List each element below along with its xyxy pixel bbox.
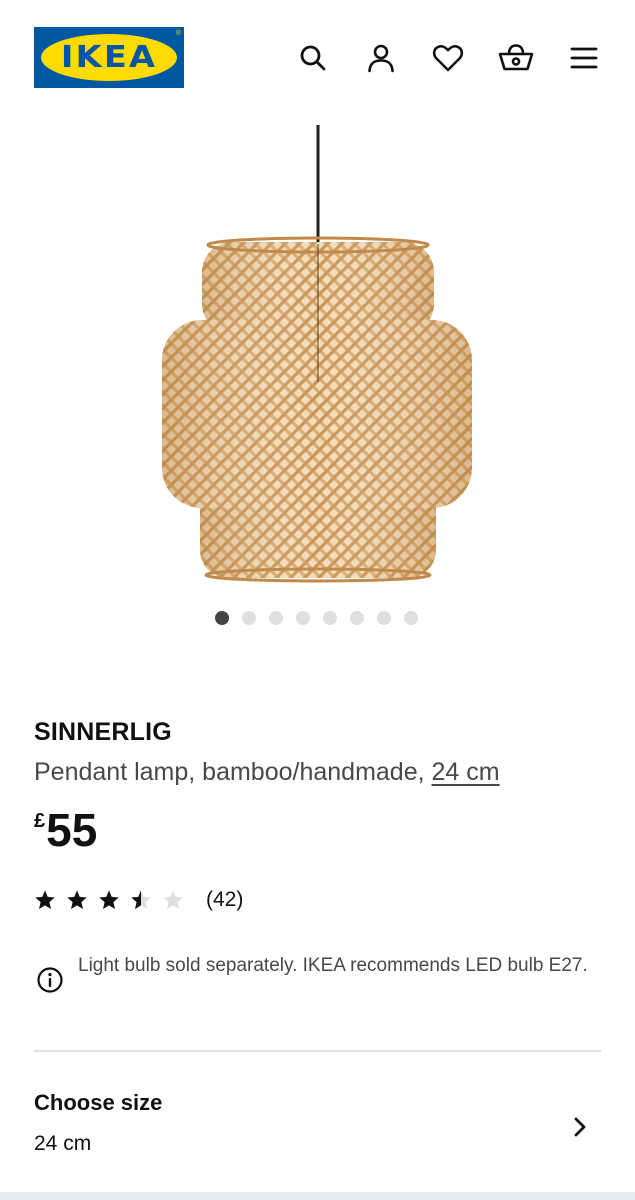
- review-count[interactable]: (42): [206, 888, 243, 912]
- search-icon: [300, 45, 326, 71]
- selected-size-value: 24 cm: [34, 1132, 92, 1155]
- price-amount: 55: [46, 804, 98, 856]
- star-half-icon: [131, 890, 151, 909]
- favourites-button[interactable]: [428, 38, 468, 78]
- product-description-text: Pendant lamp, bamboo/handmade,: [34, 758, 425, 786]
- star-full-icon: [67, 890, 87, 909]
- divider: [34, 1050, 601, 1052]
- star-empty-icon: [163, 890, 183, 909]
- carousel-dot[interactable]: [215, 611, 229, 625]
- favourites-icon: [432, 44, 464, 72]
- product-name: SINNERLIG: [34, 718, 172, 746]
- carousel-dot[interactable]: [404, 611, 418, 625]
- product-description: Pendant lamp, bamboo/handmade, 24 cm: [34, 758, 500, 787]
- pendant-lamp-image: [162, 125, 472, 583]
- account-button[interactable]: [361, 38, 401, 78]
- carousel-dot[interactable]: [242, 611, 256, 625]
- logo-registered-mark: ®: [175, 30, 181, 37]
- logo-oval: IKEA: [41, 34, 177, 81]
- star-full-icon: [99, 890, 119, 909]
- notice-text: Light bulb sold separately. IKEA recomme…: [78, 955, 588, 976]
- image-carousel-dots: [215, 611, 418, 625]
- carousel-dot[interactable]: [377, 611, 391, 625]
- logo-text: IKEA: [60, 40, 158, 75]
- price-currency: £: [34, 810, 46, 832]
- header: IKEA ®: [0, 0, 635, 116]
- info-icon: [37, 967, 63, 993]
- basket-button[interactable]: [496, 38, 536, 78]
- bottom-edge: [0, 1192, 635, 1200]
- basket-icon: [498, 44, 534, 71]
- choose-size-button[interactable]: Choose size 24 cm: [0, 1075, 635, 1175]
- rating[interactable]: (42): [34, 888, 243, 912]
- ikea-logo[interactable]: IKEA ®: [34, 27, 184, 88]
- account-icon: [368, 44, 394, 73]
- menu-icon: [570, 47, 598, 69]
- chevron-right-icon: [574, 1117, 586, 1137]
- size-link[interactable]: 24 cm: [432, 758, 500, 786]
- carousel-dot[interactable]: [350, 611, 364, 625]
- star-full-icon: [35, 890, 55, 909]
- product-image[interactable]: [150, 122, 485, 592]
- menu-button[interactable]: [564, 38, 604, 78]
- choose-size-label: Choose size: [34, 1090, 163, 1115]
- carousel-dot[interactable]: [296, 611, 310, 625]
- search-button[interactable]: [293, 38, 333, 78]
- carousel-dot[interactable]: [323, 611, 337, 625]
- carousel-dot[interactable]: [269, 611, 283, 625]
- price: £ 55: [34, 805, 97, 855]
